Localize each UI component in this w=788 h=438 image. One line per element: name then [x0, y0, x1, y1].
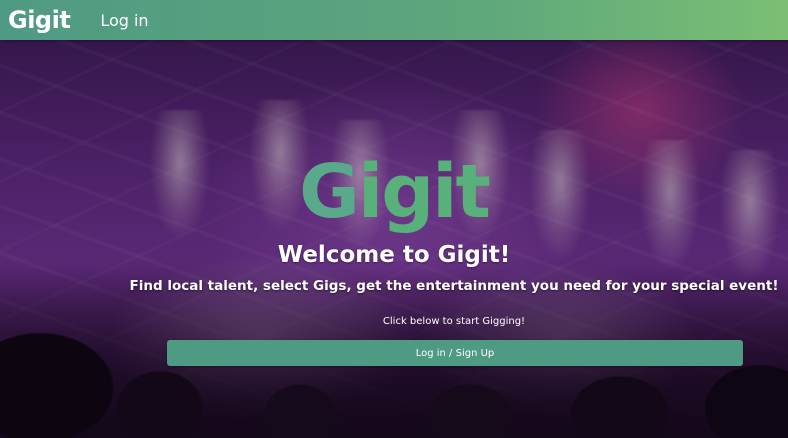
cta-hint-text: Click below to start Gigging!	[382, 316, 526, 327]
hero-logo-text: igit	[357, 149, 491, 235]
welcome-heading: Welcome to Gigit!	[277, 242, 511, 268]
hero-logo-letter: G	[299, 149, 360, 235]
hero-section	[0, 40, 788, 438]
login-signup-button[interactable]: Log in / Sign Up	[167, 340, 743, 366]
hero-logo: Gigit	[0, 155, 788, 229]
nav-login-link[interactable]: Log in	[100, 11, 148, 30]
brand-logo[interactable]: Gigit	[8, 6, 71, 34]
tagline-text: Find local talent, select Gigs, get the …	[129, 278, 779, 294]
top-navbar: Gigit Log in	[0, 0, 788, 40]
